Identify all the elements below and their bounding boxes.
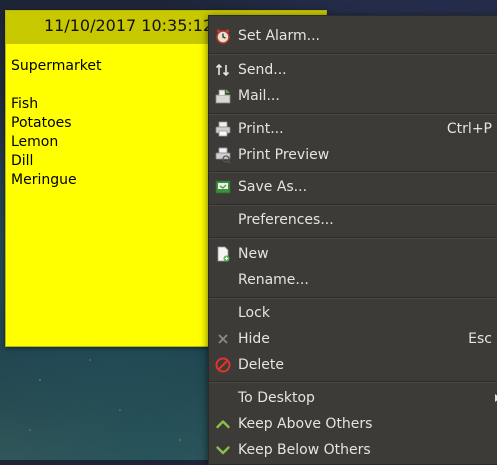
menu-item-print-preview[interactable]: Print Preview [209,142,497,168]
alarm-clock-icon [215,28,231,44]
menu-item-delete[interactable]: Delete [209,352,497,378]
new-document-icon [215,246,231,262]
menu-item-preferences[interactable]: Preferences... [209,207,497,233]
menu-label: Lock [238,305,270,321]
menu-label: Send... [238,62,287,78]
menu-item-send[interactable]: Send... [209,57,497,83]
menu-label: Rename... [238,272,309,288]
menu-item-hide[interactable]: Hide Esc [209,326,497,352]
menu-item-new[interactable]: New [209,241,497,267]
menu-label: Print... [238,121,284,137]
menu-shortcut: Ctrl+P [446,121,492,137]
menu-label: Save As... [238,179,308,195]
menu-separator [209,113,497,115]
menu-label: Delete [238,357,284,373]
printer-icon [215,121,231,137]
menu-separator [209,53,497,55]
menu-label: Mail... [238,88,280,104]
menu-separator [209,171,497,173]
menu-label: Preferences... [238,212,334,228]
check-icon [215,416,231,432]
menu-item-keep-above[interactable]: Keep Above Others [209,411,497,437]
menu-label: Keep Above Others [238,416,373,432]
print-preview-icon [215,147,231,163]
menu-item-set-alarm[interactable]: Set Alarm... [209,23,497,49]
menu-item-keep-below[interactable]: Keep Below Others [209,437,497,463]
menu-item-lock[interactable]: Lock [209,300,497,326]
send-arrows-icon [215,62,231,78]
menu-item-mail[interactable]: Mail... [209,83,497,109]
menu-item-to-desktop[interactable]: To Desktop [209,385,497,411]
menu-label: Set Alarm... [238,28,320,44]
menu-label: Print Preview [238,147,330,163]
menu-label: Hide [238,331,270,347]
close-x-icon [215,331,231,347]
menu-item-save-as[interactable]: Save As... [209,174,497,200]
delete-icon [215,357,231,373]
mail-icon [215,88,231,104]
menu-label: New [238,246,269,262]
menu-shortcut: Esc [468,331,492,347]
check-icon [215,442,231,458]
menu-item-rename[interactable]: Rename... [209,267,497,293]
menu-label: To Desktop [238,390,315,406]
menu-separator [209,381,497,383]
menu-item-print[interactable]: Print... Ctrl+P [209,116,497,142]
menu-separator [209,297,497,299]
save-icon [215,179,231,195]
menu-separator [209,204,497,206]
context-menu: Set Alarm... Send... Mail... Print... Ct… [208,15,497,465]
menu-label: Keep Below Others [238,442,371,458]
menu-separator [209,237,497,239]
